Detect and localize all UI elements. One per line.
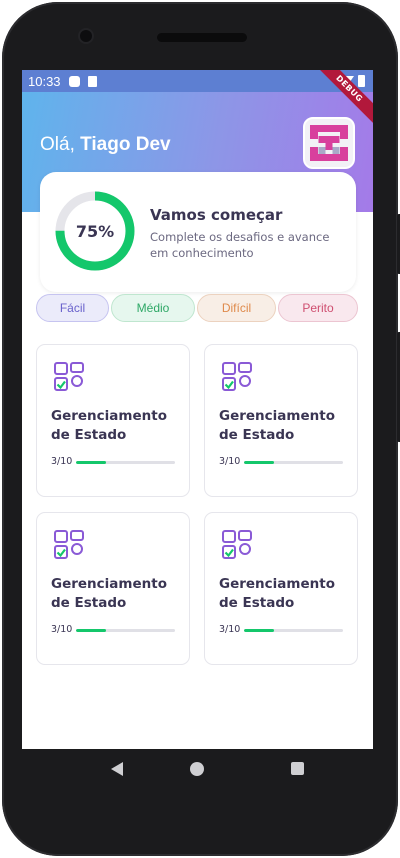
progress-card[interactable]: 75% Vamos começar Complete os desafios e…	[40, 172, 356, 292]
greeting: Olá, Tiago Dev	[40, 134, 171, 156]
back-icon[interactable]	[111, 762, 123, 776]
recent-apps-icon[interactable]	[291, 762, 304, 775]
front-camera	[80, 30, 92, 42]
checklist-grid-icon	[222, 362, 252, 391]
challenge-count: 3/10	[219, 456, 241, 467]
system-nav-bar	[22, 749, 373, 793]
pixel-logo-icon	[310, 124, 348, 162]
status-time: 10:33	[28, 73, 61, 89]
progress-title: Vamos começar	[150, 206, 283, 224]
challenge-card[interactable]: Gerenciamento de Estado 3/10	[204, 512, 358, 665]
app-screen: Olá, Tiago Dev 10:33 DEBUG 75% Vamos com…	[22, 70, 373, 749]
challenge-progress-bar	[244, 461, 343, 464]
difficulty-tabs: Fácil Médio Difícil Perito	[36, 294, 360, 322]
challenge-progress-bar	[76, 629, 175, 632]
challenge-card[interactable]: Gerenciamento de Estado 3/10	[36, 344, 190, 497]
challenge-card[interactable]: Gerenciamento de Estado 3/10	[36, 512, 190, 665]
user-name: Tiago Dev	[80, 134, 171, 155]
challenge-title: Gerenciamento de Estado	[51, 408, 167, 443]
checklist-grid-icon	[54, 530, 84, 559]
earpiece-speaker	[157, 33, 247, 42]
challenge-count: 3/10	[51, 624, 73, 635]
tab-dificil[interactable]: Difícil	[197, 294, 276, 322]
status-bar: 10:33	[22, 70, 373, 92]
checklist-grid-icon	[54, 362, 84, 391]
challenge-count: 3/10	[51, 456, 73, 467]
greeting-prefix: Olá,	[40, 134, 81, 155]
challenge-progress-bar	[76, 461, 175, 464]
home-icon[interactable]	[190, 762, 204, 776]
progress-percent: 75%	[75, 221, 115, 241]
challenge-count: 3/10	[219, 624, 241, 635]
challenge-progress-fill	[244, 629, 274, 632]
challenge-progress-fill	[244, 461, 274, 464]
tab-facil[interactable]: Fácil	[36, 294, 109, 322]
avatar[interactable]	[303, 117, 355, 169]
challenge-progress-fill	[76, 461, 106, 464]
tab-medio[interactable]: Médio	[111, 294, 195, 322]
tab-perito[interactable]: Perito	[278, 294, 358, 322]
battery-icon	[358, 75, 365, 87]
challenge-progress-bar	[244, 629, 343, 632]
challenge-title: Gerenciamento de Estado	[51, 576, 167, 611]
notification-icon	[68, 75, 80, 87]
sim-card-icon	[87, 75, 97, 87]
progress-subtitle: Complete os desafios e avance em conheci…	[150, 230, 330, 260]
challenge-progress-fill	[76, 629, 106, 632]
challenge-title: Gerenciamento de Estado	[219, 576, 335, 611]
checklist-grid-icon	[222, 530, 252, 559]
challenge-title: Gerenciamento de Estado	[219, 408, 335, 443]
challenge-card[interactable]: Gerenciamento de Estado 3/10	[204, 344, 358, 497]
